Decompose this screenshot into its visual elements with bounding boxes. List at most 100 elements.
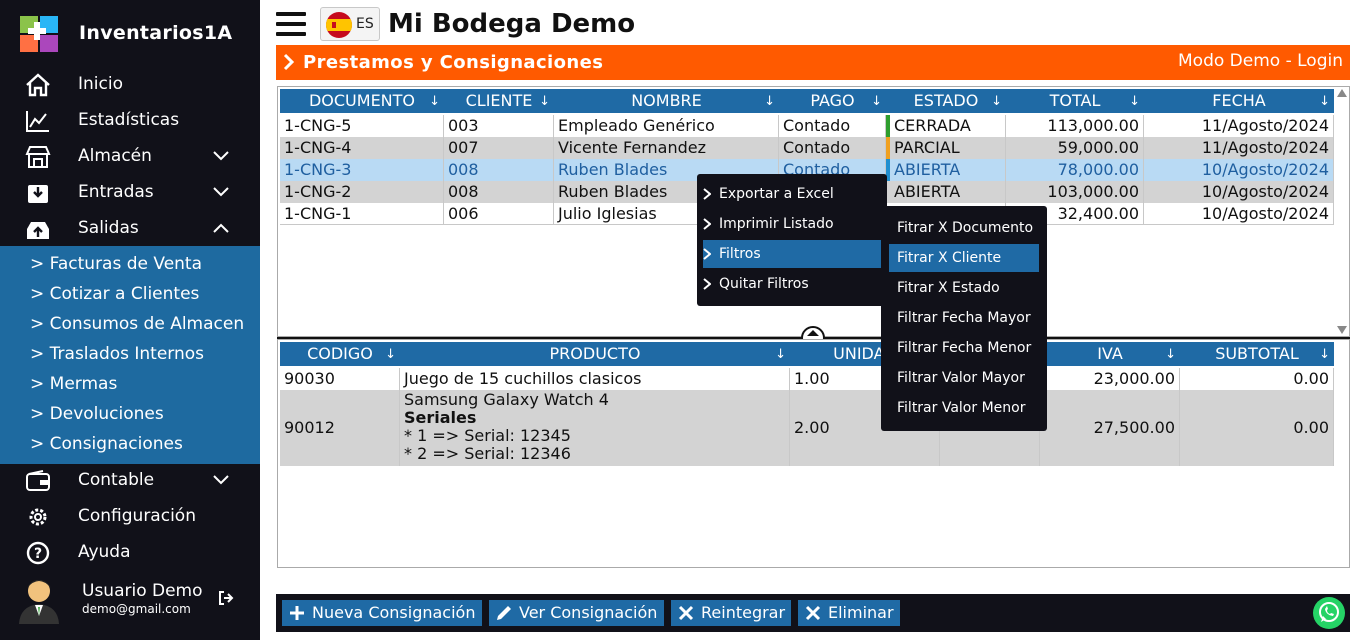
grid-header: CODIGO ↓ PRODUCTO ↓ UNIDAD IVA ↓ SUBTOTAL ↓	[280, 342, 1334, 366]
scroll-down-icon[interactable]	[1337, 326, 1347, 334]
cell-nombre: Empleado Genérico	[554, 115, 779, 137]
home-icon	[26, 73, 50, 97]
submenu-item-cotizar[interactable]: > Cotizar a Clientes	[30, 284, 199, 314]
cell-documento: 1-CNG-1	[280, 203, 444, 225]
col-header-estado[interactable]: ESTADO ↓	[886, 89, 1006, 113]
ver-consignacion-button[interactable]: Ver Consignación	[489, 600, 664, 626]
col-header-subtotal[interactable]: SUBTOTAL ↓	[1180, 342, 1334, 366]
col-header-nombre[interactable]: NOMBRE ↓	[554, 89, 779, 113]
cell-cliente: 007	[444, 137, 554, 159]
store-icon	[25, 146, 51, 168]
filter-item-fecha-menor[interactable]: Filtrar Fecha Menor	[889, 334, 1039, 362]
filter-item-fecha-mayor[interactable]: Filtrar Fecha Mayor	[889, 304, 1039, 332]
filtros-submenu: Fitrar X Documento Fitrar X Cliente Fitr…	[881, 206, 1047, 431]
table-row[interactable]: 1-CNG-5 003 Empleado Genérico Contado CE…	[280, 115, 1334, 137]
submenu-item-devoluciones[interactable]: > Devoluciones	[30, 404, 164, 434]
col-header-label: CODIGO	[307, 344, 373, 363]
col-header-label: TOTAL	[1049, 91, 1101, 110]
table-row[interactable]: 90030 Juego de 15 cuchillos clasicos 1.0…	[280, 368, 1334, 390]
table-row[interactable]: 1-CNG-4 007 Vicente Fernandez Contado PA…	[280, 137, 1334, 159]
filter-item-documento[interactable]: Fitrar X Documento	[889, 214, 1039, 242]
table-row[interactable]: 90012 Samsung Galaxy Watch 4 Seriales * …	[280, 390, 1334, 466]
cell-subtotal: 0.00	[1180, 390, 1334, 466]
col-header-documento[interactable]: DOCUMENTO ↓	[280, 89, 444, 113]
button-label: Eliminar	[828, 603, 894, 622]
wallet-icon	[26, 470, 50, 491]
cell-total: 78,000.00	[1006, 159, 1144, 181]
cell-subtotal: 0.00	[1180, 368, 1334, 390]
button-label: Ver Consignación	[519, 603, 658, 622]
sidebar-item-almacen[interactable]: Almacén	[0, 139, 260, 175]
chevron-down-icon	[213, 151, 229, 161]
section-titlebar: Prestamos y Consignaciones Modo Demo - L…	[276, 45, 1350, 80]
menu-item-imprimir-listado[interactable]: Imprimir Listado	[697, 210, 887, 238]
nueva-consignacion-button[interactable]: Nueva Consignación	[282, 600, 482, 626]
cell-codigo: 90012	[280, 390, 400, 466]
cell-estado: ABIERTA	[886, 181, 1006, 203]
col-header-label: CLIENTE	[465, 91, 533, 110]
eliminar-button[interactable]: Eliminar	[798, 600, 900, 626]
chart-line-icon	[26, 111, 49, 132]
col-header-total[interactable]: TOTAL ↓	[1006, 89, 1144, 113]
submenu-item-facturas[interactable]: > Facturas de Venta	[30, 254, 202, 284]
menu-item-label: Imprimir Listado	[719, 216, 834, 232]
hamburger-menu-button[interactable]	[276, 12, 306, 38]
submenu-item-traslados[interactable]: > Traslados Internos	[30, 344, 204, 374]
cell-fecha: 10/Agosto/2024	[1144, 159, 1334, 181]
sidebar-item-label: Entradas	[78, 182, 154, 202]
col-header-codigo[interactable]: CODIGO ↓	[280, 342, 400, 366]
submenu-item-consignaciones[interactable]: > Consignaciones	[30, 434, 183, 464]
menu-item-quitar-filtros[interactable]: Quitar Filtros	[697, 270, 887, 298]
col-header-producto[interactable]: PRODUCTO ↓	[400, 342, 790, 366]
sort-arrow-icon: ↓	[1129, 94, 1140, 109]
sidebar-item-inicio[interactable]: Inicio	[0, 67, 260, 103]
sort-arrow-icon: ↓	[385, 347, 396, 362]
filter-item-valor-menor[interactable]: Filtrar Valor Menor	[889, 394, 1039, 422]
demo-login-link[interactable]: Modo Demo - Login	[1178, 51, 1343, 71]
submenu-item-consumos[interactable]: > Consumos de Almacen	[30, 314, 244, 344]
brand[interactable]: Inventarios1A	[0, 0, 260, 66]
serial-line: * 1 => Serial: 12345	[404, 426, 571, 445]
logout-icon[interactable]	[218, 590, 234, 606]
avatar[interactable]	[14, 574, 64, 624]
col-header-pago[interactable]: PAGO ↓	[779, 89, 886, 113]
sort-arrow-icon: ↓	[991, 94, 1002, 109]
filter-item-valor-mayor[interactable]: Filtrar Valor Mayor	[889, 364, 1039, 392]
col-header-label: ESTADO	[913, 91, 979, 110]
menu-item-filtros[interactable]: Filtros	[703, 240, 881, 268]
menu-item-exportar-excel[interactable]: Exportar a Excel	[697, 180, 887, 208]
sort-arrow-icon: ↓	[775, 347, 786, 362]
filter-item-estado[interactable]: Fitrar X Estado	[889, 274, 1039, 302]
chevron-right-icon	[283, 53, 295, 71]
button-label: Nueva Consignación	[312, 603, 476, 622]
cell-documento: 1-CNG-5	[280, 115, 444, 137]
sidebar-item-configuracion[interactable]: Configuración	[0, 499, 260, 535]
reintegrar-button[interactable]: Reintegrar	[671, 600, 791, 626]
sidebar-item-estadisticas[interactable]: Estadísticas	[0, 103, 260, 139]
filter-item-cliente[interactable]: Fitrar X Cliente	[889, 244, 1039, 272]
sidebar-item-label: Salidas	[78, 218, 139, 238]
sidebar-item-entradas[interactable]: Entradas	[0, 175, 260, 211]
hamburger-line	[276, 22, 306, 26]
col-header-fecha[interactable]: FECHA ↓	[1144, 89, 1334, 113]
col-header-iva[interactable]: IVA ↓	[1040, 342, 1180, 366]
sidebar-item-label: Almacén	[78, 146, 152, 166]
sort-arrow-icon: ↓	[429, 94, 440, 109]
scroll-up-icon[interactable]	[1337, 89, 1347, 97]
sidebar-item-ayuda[interactable]: ? Ayuda	[0, 535, 260, 571]
submenu-item-mermas[interactable]: > Mermas	[30, 374, 117, 404]
col-header-cliente[interactable]: CLIENTE ↓	[444, 89, 554, 113]
col-header-label: IVA	[1097, 344, 1123, 363]
cell-iva: 23,000.00	[1040, 368, 1180, 390]
language-label: ES	[356, 16, 374, 32]
serial-line: * 2 => Serial: 12346	[404, 444, 571, 463]
whatsapp-icon[interactable]	[1312, 596, 1346, 630]
chevron-down-icon	[213, 187, 229, 197]
inbox-upload-icon	[27, 222, 49, 239]
cell-documento: 1-CNG-4	[280, 137, 444, 159]
sidebar-item-label: Ayuda	[78, 542, 131, 562]
sidebar-item-salidas[interactable]: Salidas	[0, 211, 260, 247]
sidebar-item-contable[interactable]: Contable	[0, 463, 260, 499]
language-selector[interactable]: ES	[320, 7, 380, 41]
cell-total: 113,000.00	[1006, 115, 1144, 137]
